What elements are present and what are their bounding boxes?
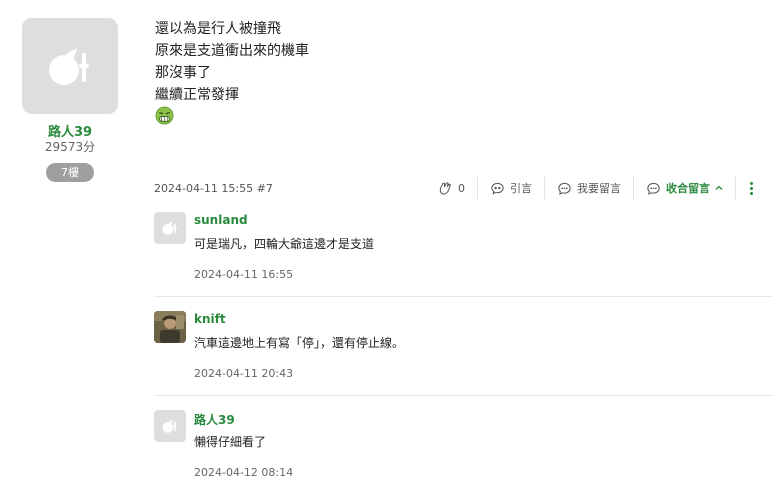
comment-text: 懶得仔細看了 <box>194 435 267 449</box>
default-avatar-icon <box>162 419 177 433</box>
comment-author[interactable]: 路人39 <box>194 411 235 428</box>
comment-text: 可是瑞凡，四輪大爺這邊才是支道 <box>194 237 375 251</box>
reply-label: 我要留言 <box>577 182 621 195</box>
quote-icon <box>491 182 504 195</box>
comment-avatar[interactable] <box>154 410 186 442</box>
comment-timestamp: 2024-04-11 20:43 <box>194 367 294 380</box>
post-line: 原來是支道衝出來的機車 <box>155 43 309 59</box>
clap-icon <box>439 181 451 195</box>
post-line: 繼續正常發揮 <box>155 87 239 103</box>
post-body: 還以為是行人被撞飛 原來是支道衝出來的機車 那沒事了 繼續正常發揮 <box>155 18 309 106</box>
comment-icon <box>647 182 660 195</box>
comment-text: 汽車這邊地上有寫「停」，還有停止線。 <box>194 336 405 350</box>
quote-label: 引言 <box>510 182 532 195</box>
floor-badge: 7樓 <box>46 163 94 182</box>
post-timestamp: 2024-04-11 15:55 #7 <box>154 182 273 195</box>
like-count: 0 <box>458 181 465 195</box>
post-line: 那沒事了 <box>155 65 211 81</box>
quote-button[interactable]: 引言 <box>478 177 545 199</box>
user-photo-avatar <box>154 311 186 343</box>
comment-divider <box>154 395 773 396</box>
nauseated-face-icon <box>155 106 174 125</box>
collapse-label: 收合留言 <box>666 182 710 195</box>
default-avatar-icon <box>49 48 89 85</box>
comment-author[interactable]: sunland <box>194 213 248 227</box>
chevron-up-icon <box>715 185 723 190</box>
comment-avatar[interactable] <box>154 212 186 244</box>
like-button[interactable]: 0 <box>430 177 478 199</box>
default-avatar-icon <box>162 221 177 235</box>
comment-author[interactable]: knift <box>194 312 226 326</box>
collapse-comments-button[interactable]: 收合留言 <box>634 177 736 199</box>
comment-avatar[interactable] <box>154 311 186 343</box>
comment-divider <box>154 296 773 297</box>
reply-button[interactable]: 我要留言 <box>545 177 634 199</box>
more-options-button[interactable] <box>736 177 761 199</box>
post-actions: 0 引言 我要留言 收合留言 <box>430 177 761 199</box>
more-vertical-icon <box>750 181 753 195</box>
comment-icon <box>558 182 571 195</box>
author-points: 29573分 <box>44 140 96 154</box>
post-line: 還以為是行人被撞飛 <box>155 21 281 37</box>
comment-timestamp: 2024-04-12 08:14 <box>194 466 294 479</box>
comment-timestamp: 2024-04-11 16:55 <box>194 268 294 281</box>
author-avatar[interactable] <box>22 18 118 114</box>
